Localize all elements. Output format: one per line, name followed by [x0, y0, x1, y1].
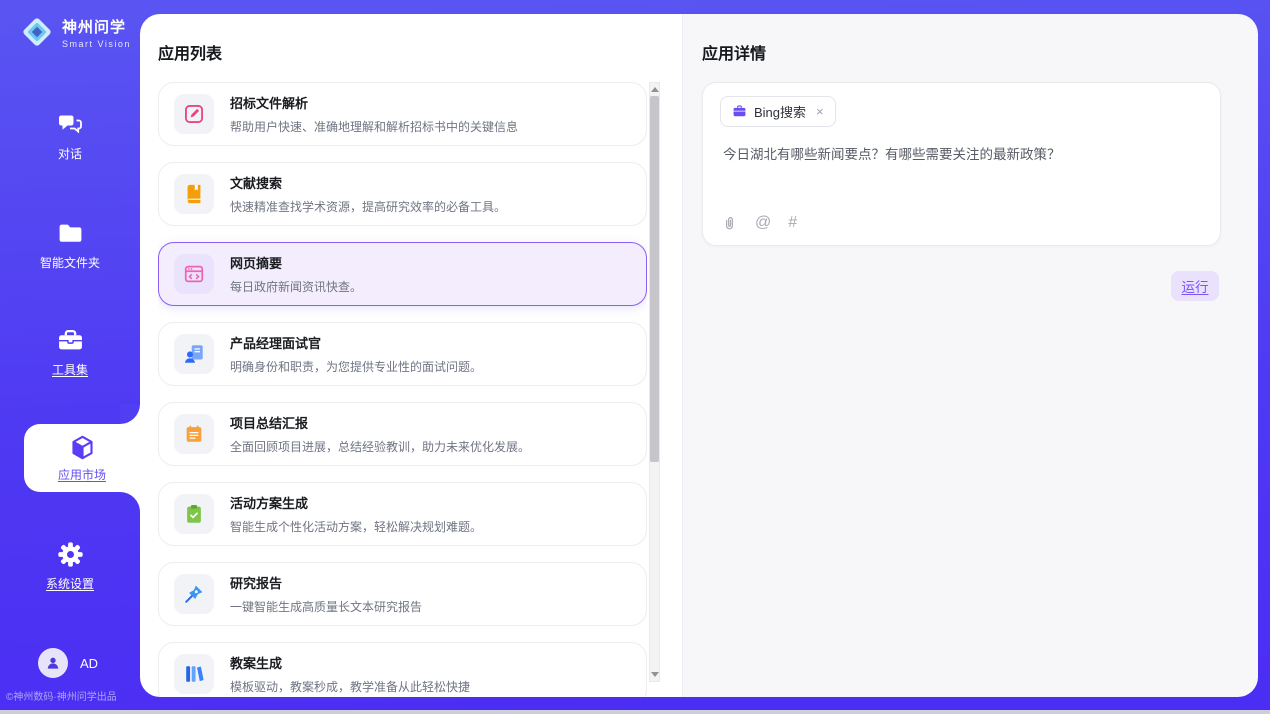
app-card-desc: 帮助用户快速、准确地理解和解析招标书中的关键信息 — [230, 118, 518, 135]
browser-code-icon — [183, 263, 205, 285]
app-card-text: 教案生成 模板驱动，教案秒成，教学准备从此轻松快捷 — [230, 653, 470, 695]
active-tab-notch-bottom — [120, 492, 140, 512]
mention-icon[interactable]: @ — [755, 214, 771, 232]
app-card-web[interactable]: 网页摘要 每日政府新闻资讯快查。 — [158, 242, 647, 306]
run-button[interactable]: 运行 — [1171, 271, 1219, 301]
user-profile[interactable]: AD — [38, 648, 98, 678]
app-card-title: 活动方案生成 — [230, 493, 482, 512]
app-card-icon — [174, 494, 214, 534]
sidebar-item-label: 智能文件夹 — [40, 254, 100, 271]
user-initials: AD — [80, 656, 98, 671]
app-list-title: 应用列表 — [158, 40, 222, 64]
app-card-edit[interactable]: 招标文件解析 帮助用户快速、准确地理解和解析招标书中的关键信息 — [158, 82, 647, 146]
app-card-desc: 明确身份和职责，为您提供专业性的面试问题。 — [230, 358, 482, 375]
copyright: ©神州数码·神州问学出品 — [6, 688, 117, 703]
sidebar-item-app-market[interactable]: 应用市场 — [24, 424, 140, 492]
app-card-text: 项目总结汇报 全面回顾项目进展，总结经验教训，助力未来优化发展。 — [230, 413, 530, 455]
app-card-title: 项目总结汇报 — [230, 413, 530, 432]
app-card-icon — [174, 574, 214, 614]
app-detail-title: 应用详情 — [702, 40, 766, 64]
app-card-title: 研究报告 — [230, 573, 422, 592]
app-card-books[interactable]: 教案生成 模板驱动，教案秒成，教学准备从此轻松快捷 — [158, 642, 647, 697]
app-card-title: 教案生成 — [230, 653, 470, 672]
toolbox-icon — [57, 327, 84, 354]
sidebar-item-label: 对话 — [58, 145, 82, 162]
app-card-desc: 全面回顾项目进展，总结经验教训，助力未来优化发展。 — [230, 438, 530, 455]
app-card-note[interactable]: 项目总结汇报 全面回顾项目进展，总结经验教训，助力未来优化发展。 — [158, 402, 647, 466]
app-card-desc: 模板驱动，教案秒成，教学准备从此轻松快捷 — [230, 678, 470, 695]
sidebar-item-chat[interactable]: 对话 — [0, 110, 140, 162]
app-card-title: 招标文件解析 — [230, 93, 518, 112]
app-card-text: 研究报告 一键智能生成高质量长文本研究报告 — [230, 573, 422, 615]
app-card-clipboard[interactable]: 活动方案生成 智能生成个性化活动方案，轻松解决规划难题。 — [158, 482, 647, 546]
scroll-down-arrow-icon[interactable] — [651, 672, 659, 677]
active-tab-notch-top — [120, 404, 140, 424]
scrollbar[interactable] — [649, 82, 660, 682]
sidebar-item-smart-folder[interactable]: 智能文件夹 — [0, 220, 140, 271]
sidebar-item-toolset[interactable]: 工具集 — [0, 327, 140, 378]
summary-note-icon — [183, 423, 205, 445]
prompt-input[interactable]: 今日湖北有哪些新闻要点？有哪些需要关注的最新政策？ — [723, 145, 1200, 165]
app-card-desc: 快速精准查找学术资源，提高研究效率的必备工具。 — [230, 198, 506, 215]
sidebar-item-label: 工具集 — [52, 361, 88, 378]
app-card-desc: 智能生成个性化活动方案，轻松解决规划难题。 — [230, 518, 482, 535]
avatar — [38, 648, 68, 678]
brand-diamond-icon — [18, 13, 56, 51]
app-card-text: 活动方案生成 智能生成个性化活动方案，轻松解决规划难题。 — [230, 493, 482, 535]
app-card-text: 产品经理面试官 明确身份和职责，为您提供专业性的面试问题。 — [230, 333, 482, 375]
scroll-up-arrow-icon[interactable] — [651, 87, 659, 92]
interviewer-icon — [183, 343, 205, 365]
app-card-icon — [174, 174, 214, 214]
app-card-desc: 一键智能生成高质量长文本研究报告 — [230, 598, 422, 615]
brand-name: 神州问学 — [62, 16, 131, 37]
app-card-list: 招标文件解析 帮助用户快速、准确地理解和解析招标书中的关键信息 — [158, 82, 647, 697]
app-card-title: 网页摘要 — [230, 253, 362, 272]
sidebar-item-settings[interactable]: 系统设置 — [0, 541, 140, 592]
research-pen-icon — [183, 583, 205, 605]
sidebar: 神州问学 Smart Vision 对话 智能文件夹 工具 — [0, 0, 140, 714]
app-card-title: 文献搜索 — [230, 173, 506, 192]
app-card-text: 招标文件解析 帮助用户快速、准确地理解和解析招标书中的关键信息 — [230, 93, 518, 135]
edit-square-icon — [183, 103, 205, 125]
briefcase-icon — [732, 104, 747, 119]
user-icon — [44, 654, 62, 672]
app-card-icon — [174, 254, 214, 294]
app-card-interview[interactable]: 产品经理面试官 明确身份和职责，为您提供专业性的面试问题。 — [158, 322, 647, 386]
app-card-icon — [174, 654, 214, 694]
tool-chip-label: Bing搜索 — [754, 102, 806, 121]
clipboard-check-icon — [183, 503, 205, 525]
app-detail-panel: 应用详情 Bing搜索 × 今日湖北有哪些新闻要点？有哪些需要关注的最新政策？ — [682, 14, 1258, 697]
cube-icon — [69, 434, 96, 461]
brand-subtitle: Smart Vision — [62, 39, 131, 49]
sidebar-item-label: 应用市场 — [58, 466, 106, 483]
brand-logo: 神州问学 Smart Vision — [18, 13, 131, 51]
book-icon — [183, 183, 205, 205]
prompt-card: Bing搜索 × 今日湖北有哪些新闻要点？有哪些需要关注的最新政策？ @ # — [702, 82, 1221, 246]
app-card-text: 网页摘要 每日政府新闻资讯快查。 — [230, 253, 362, 295]
attachment-icon[interactable] — [721, 215, 738, 232]
gear-icon — [57, 541, 84, 568]
prompt-toolbar: @ # — [721, 214, 797, 232]
chip-close-icon[interactable]: × — [816, 104, 824, 119]
scrollbar-thumb[interactable] — [650, 96, 659, 462]
chat-icon — [56, 110, 84, 138]
tool-chip-bing-search[interactable]: Bing搜索 × — [720, 96, 836, 127]
hashtag-icon[interactable]: # — [788, 214, 797, 232]
app-window: 神州问学 Smart Vision 对话 智能文件夹 工具 — [0, 0, 1270, 714]
app-card-icon — [174, 414, 214, 454]
main-content: 应用列表 — [140, 14, 1258, 697]
app-card-title: 产品经理面试官 — [230, 333, 482, 352]
app-card-book[interactable]: 文献搜索 快速精准查找学术资源，提高研究效率的必备工具。 — [158, 162, 647, 226]
sidebar-item-label: 系统设置 — [46, 575, 94, 592]
app-card-text: 文献搜索 快速精准查找学术资源，提高研究效率的必备工具。 — [230, 173, 506, 215]
app-card-research[interactable]: 研究报告 一键智能生成高质量长文本研究报告 — [158, 562, 647, 626]
app-list-panel: 应用列表 — [140, 14, 682, 697]
app-card-icon — [174, 94, 214, 134]
books-icon — [183, 663, 205, 685]
app-card-icon — [174, 334, 214, 374]
folder-icon — [57, 220, 84, 247]
app-card-desc: 每日政府新闻资讯快查。 — [230, 278, 362, 295]
